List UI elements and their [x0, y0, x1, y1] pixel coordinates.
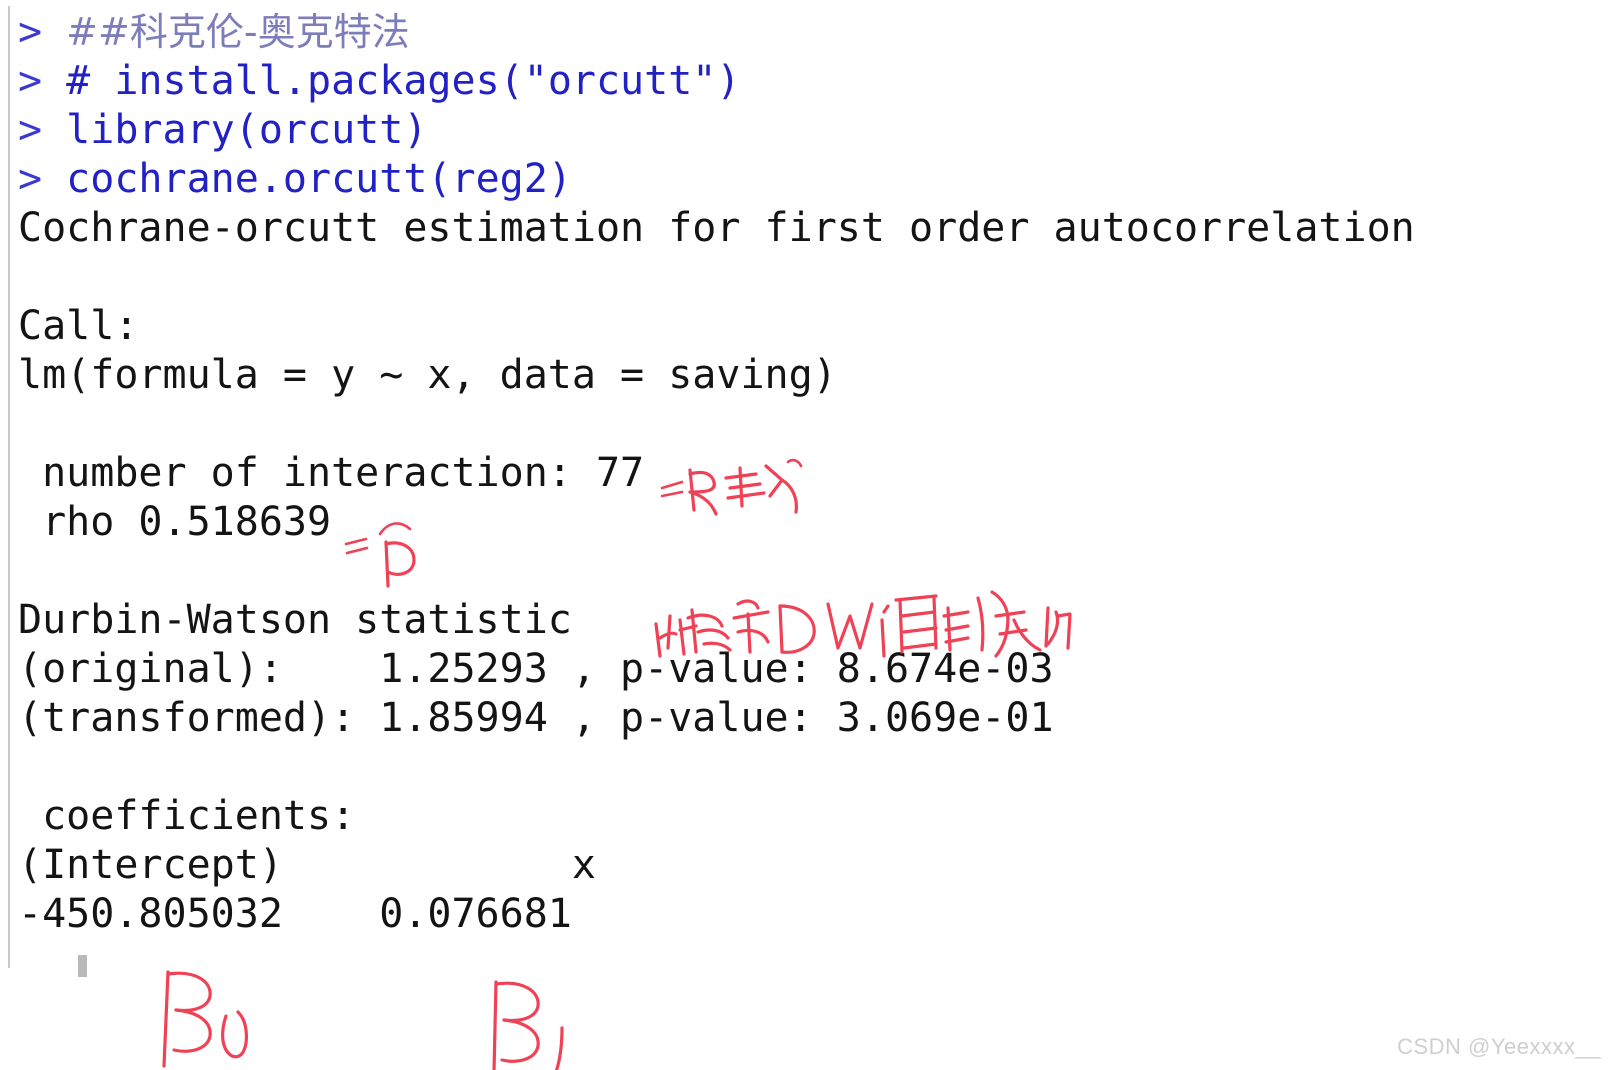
r-console-screenshot: > ##科克伦-奥克特法 > # install.packages("orcut… [0, 0, 1619, 1070]
output-call-formula: lm(formula = y ~ x, data = saving) [18, 352, 837, 398]
csdn-watermark: CSDN @Yeexxxx__ [1397, 1034, 1601, 1059]
prompt-symbol: > [18, 9, 67, 55]
console-line-text: library(orcutt) [66, 107, 428, 153]
output-rho: rho 0.518639 [18, 499, 332, 545]
output-coefficient-values: -450.805032 0.076681 [18, 891, 572, 937]
output-dw-original: (original): 1.25293 , p-value: 8.674e-03 [18, 646, 1054, 692]
console-line-prompt-3: > library(orcutt) [18, 106, 1578, 155]
output-durbin-watson-label: Durbin-Watson statistic [18, 597, 572, 643]
output-blank-3 [18, 547, 1578, 596]
output-number-of-interaction: number of interaction: 77 [18, 450, 645, 496]
console-output-pane[interactable]: > ##科克伦-奥克特法 > # install.packages("orcut… [18, 8, 1578, 939]
beta0-note-ink [162, 970, 248, 1068]
console-line-text: # install.packages("orcutt") [66, 58, 741, 104]
output-method-title: Cochrane-orcutt estimation for first ord… [18, 205, 1415, 251]
prompt-symbol: > [18, 107, 67, 153]
output-blank-2 [18, 400, 1578, 449]
console-line-text: cochrane.orcutt(reg2) [66, 156, 572, 202]
prompt-symbol: > [18, 156, 67, 202]
console-text-cursor [78, 955, 87, 977]
console-line-prompt-4: > cochrane.orcutt(reg2) [18, 155, 1578, 204]
output-call-label: Call: [18, 303, 139, 349]
output-blank-1 [18, 253, 1578, 302]
output-coefficient-names: (Intercept) x [18, 842, 596, 888]
console-left-gutter [8, 6, 10, 968]
beta1-note-ink [492, 980, 564, 1070]
console-line-prompt-1: > ##科克伦-奥克特法 [18, 8, 1578, 57]
prompt-symbol: > [18, 58, 67, 104]
output-dw-transformed: (transformed): 1.85994 , p-value: 3.069e… [18, 695, 1054, 741]
console-line-text: ##科克伦-奥克特法 [66, 10, 410, 54]
console-line-prompt-2: > # install.packages("orcutt") [18, 57, 1578, 106]
output-blank-4 [18, 743, 1578, 792]
output-coefficients-label: coefficients: [18, 793, 356, 839]
